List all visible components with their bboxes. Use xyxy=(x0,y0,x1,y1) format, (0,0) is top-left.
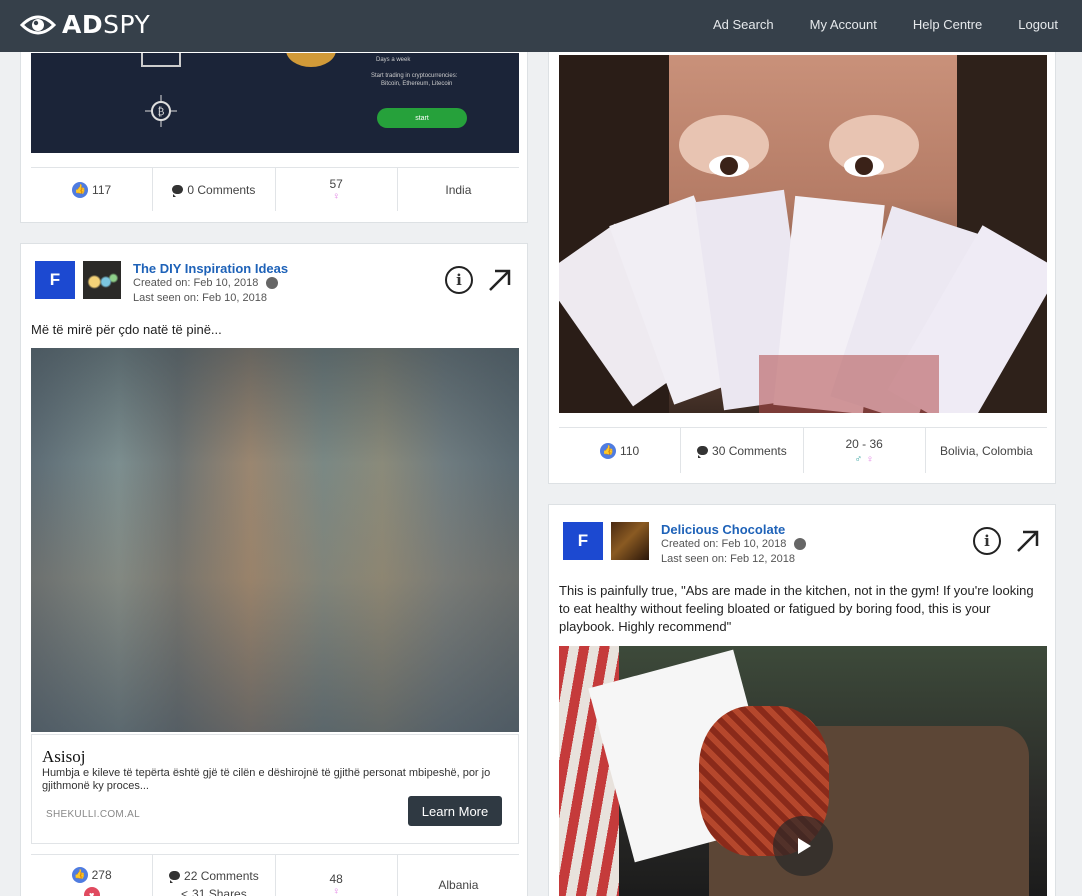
comments-stat[interactable]: 30 Comments xyxy=(681,428,804,473)
stats-bar: 👍 278 ♥ 22 Comments <31 Shares 48 ♀ Albani… xyxy=(31,854,519,896)
shares-count: 31 Shares xyxy=(192,886,247,896)
nav-ad-search[interactable]: Ad Search xyxy=(713,17,774,32)
comments-count: 22 Comments xyxy=(184,868,259,883)
age-stat: 57 ♀ xyxy=(276,168,398,211)
last-seen-date: Last seen on: Feb 12, 2018 xyxy=(661,553,795,565)
globe-icon xyxy=(794,538,807,551)
likes-stat: 👍 110 xyxy=(559,428,682,473)
comment-icon xyxy=(172,185,184,197)
age-value: 57 xyxy=(329,177,343,191)
stats-bar: 👍 117 0 Comments 57 ♀ India xyxy=(31,167,519,211)
love-reaction-icon: ♥ xyxy=(83,886,100,896)
adspy-logo[interactable]: ADSPY xyxy=(20,10,150,39)
thumbs-up-icon: 👍 xyxy=(71,866,88,883)
page-name-link[interactable]: Delicious Chocolate xyxy=(661,522,806,537)
page-thumbnail[interactable] xyxy=(83,261,121,299)
comments-count: 30 Comments xyxy=(712,443,787,458)
eye-logo-icon xyxy=(20,15,56,34)
ad-video-bacon[interactable] xyxy=(559,646,1047,896)
ad-card-chocolate: F Delicious Chocolate Created on: Feb 10… xyxy=(548,504,1056,896)
country-value: Bolivia, Colombia xyxy=(940,443,1033,458)
ad-card-money: 👍 110 30 Comments 20 - 36 ♂ ♀ Bolivia, Colo… xyxy=(548,40,1056,484)
country-stat: Albania xyxy=(398,855,519,896)
nav-help-centre[interactable]: Help Centre xyxy=(913,17,982,32)
comment-icon xyxy=(697,446,709,458)
play-button[interactable] xyxy=(773,816,833,876)
country-stat: Bolivia, Colombia xyxy=(926,428,1047,473)
learn-more-button[interactable]: Learn More xyxy=(408,796,502,826)
play-icon xyxy=(798,838,811,854)
share-icon: < xyxy=(181,886,189,896)
female-icon: ♀ xyxy=(866,453,874,465)
bitcoin-coin xyxy=(286,53,336,67)
laptop-icon xyxy=(141,53,181,67)
facebook-badge: F xyxy=(35,261,75,299)
country-stat: India xyxy=(398,168,519,211)
age-stat: 20 - 36 ♂ ♀ xyxy=(804,428,926,473)
ad-copy: This is painfully true, "Abs are made in… xyxy=(559,583,1034,634)
link-domain: SHEKULLI.COM.AL xyxy=(46,809,140,820)
country-value: Albania xyxy=(438,877,479,892)
thumbs-up-icon: 👍 xyxy=(600,442,617,459)
comments-stat[interactable]: 0 Comments xyxy=(153,168,276,211)
right-eye xyxy=(844,155,884,177)
created-date: Created on: Feb 10, 2018 xyxy=(133,276,288,291)
last-seen-date: Last seen on: Feb 10, 2018 xyxy=(133,292,267,304)
likes-count: 278 xyxy=(91,867,112,882)
thumbs-up-icon: 👍 xyxy=(72,181,89,198)
promo-text-2: Start trading in cryptocurrencies: xyxy=(371,73,458,79)
link-preview[interactable]: Asisoj Humbja e kileve të tepërta është … xyxy=(31,734,519,844)
comments-stat[interactable]: 22 Comments <31 Shares xyxy=(153,855,276,896)
page-header: F The DIY Inspiration Ideas Created on: … xyxy=(35,261,288,306)
left-eye xyxy=(709,155,749,177)
age-value: 48 xyxy=(329,872,343,886)
ad-copy: Më të mirë për çdo natë të pinë... xyxy=(31,322,222,337)
country-value: India xyxy=(445,182,472,197)
comments-count: 0 Comments xyxy=(187,182,256,197)
logo-text: ADSPY xyxy=(62,10,151,39)
ad-video-blurred[interactable] xyxy=(31,348,519,732)
page-header: F Delicious Chocolate Created on: Feb 10… xyxy=(563,522,807,567)
bitcoin-circuit-icon: ₿ xyxy=(145,95,177,127)
age-stat: 48 ♀ xyxy=(276,855,398,896)
promo-text-3: Bitcoin, Ethereum, Litecoin xyxy=(381,81,453,87)
nav-my-account[interactable]: My Account xyxy=(810,17,877,32)
globe-icon xyxy=(266,277,279,290)
info-icon[interactable]: i xyxy=(445,266,473,294)
likes-count: 117 xyxy=(92,182,112,197)
ad-image-banknotes[interactable] xyxy=(559,55,1047,413)
stats-bar: 👍 110 30 Comments 20 - 36 ♂ ♀ Bolivia, Colo… xyxy=(559,427,1047,473)
top-navbar: ADSPY Ad Search My Account Help Centre L… xyxy=(0,0,1082,52)
female-icon: ♀ xyxy=(332,886,340,896)
age-value: 20 - 36 xyxy=(845,436,883,451)
nav-logout[interactable]: Logout xyxy=(1018,17,1058,32)
ad-image-crypto[interactable]: ₿ Days a week Start trading in cryptocur… xyxy=(31,53,519,153)
ad-card-diy: F The DIY Inspiration Ideas Created on: … xyxy=(20,243,528,896)
link-description: Humbja e kileve të tepërta është gjë të … xyxy=(42,767,491,792)
open-external-icon[interactable] xyxy=(1015,528,1041,554)
reactions-stat: 👍 278 ♥ xyxy=(31,855,154,896)
male-icon: ♂ xyxy=(854,453,863,465)
likes-stat: 👍 117 xyxy=(31,168,154,211)
link-title: Asisoj xyxy=(42,747,86,766)
svg-text:₿: ₿ xyxy=(158,106,165,118)
info-icon[interactable]: i xyxy=(973,527,1001,555)
promo-text-1: Days a week xyxy=(376,57,411,63)
page-name-link[interactable]: The DIY Inspiration Ideas xyxy=(133,261,288,276)
likes-count: 110 xyxy=(620,443,640,458)
facebook-badge: F xyxy=(563,522,603,560)
created-date: Created on: Feb 10, 2018 xyxy=(661,537,807,552)
page-thumbnail[interactable] xyxy=(611,522,649,560)
open-external-icon[interactable] xyxy=(487,267,513,293)
promo-start-button[interactable]: start xyxy=(377,108,467,128)
comment-icon xyxy=(169,871,181,883)
female-icon: ♀ xyxy=(332,191,340,202)
ad-card-crypto: ₿ Days a week Start trading in cryptocur… xyxy=(20,40,528,223)
